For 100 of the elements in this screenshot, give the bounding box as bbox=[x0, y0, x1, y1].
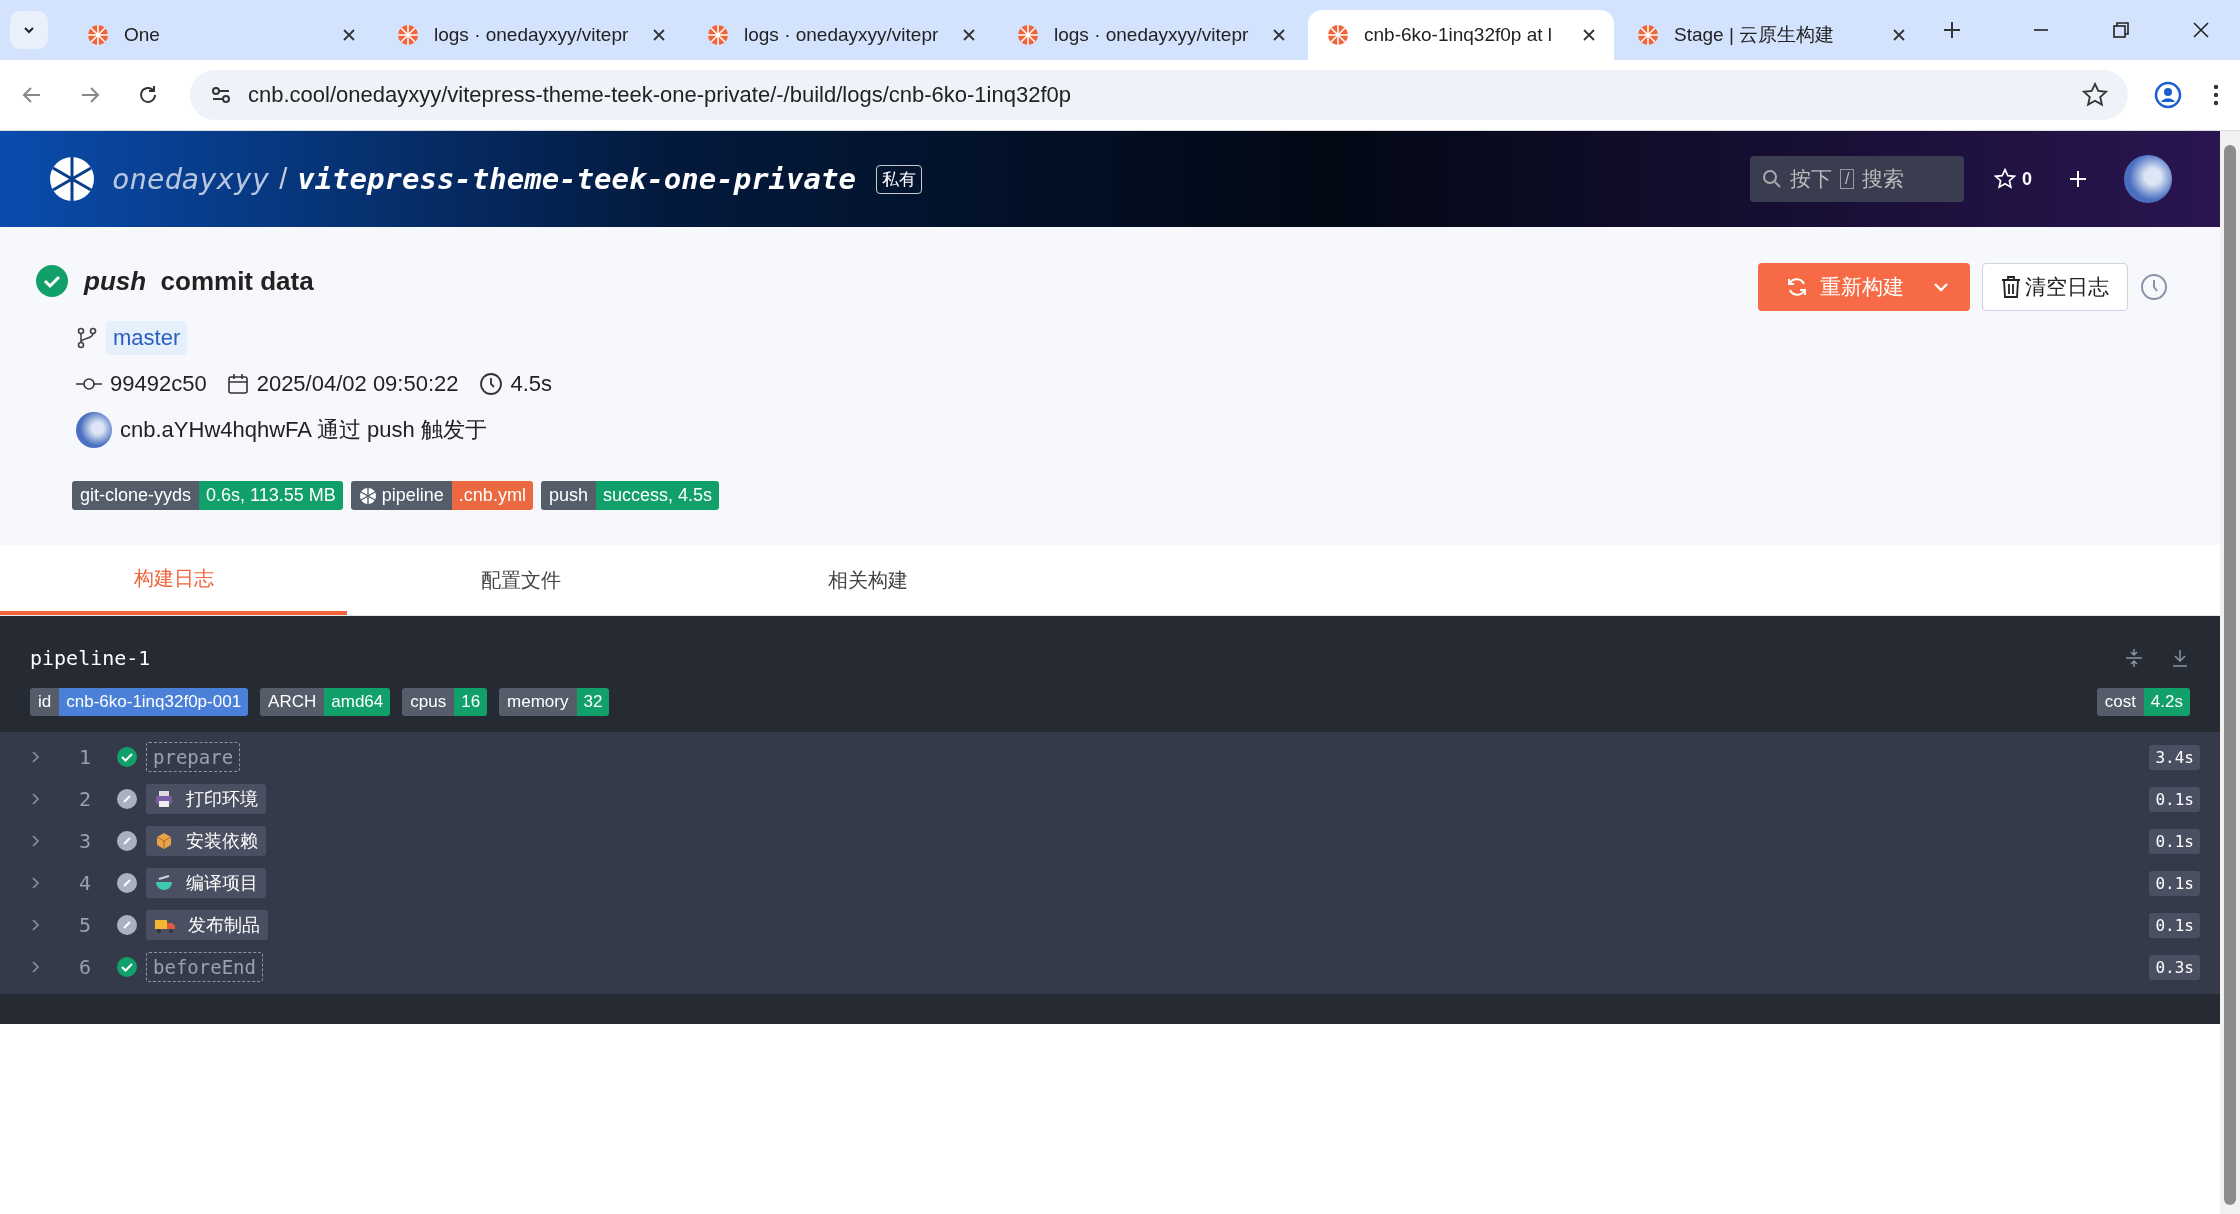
step-duration: 0.1s bbox=[2149, 786, 2200, 812]
history-icon[interactable] bbox=[2140, 273, 2168, 301]
clock-icon bbox=[478, 372, 503, 396]
printer-icon bbox=[154, 789, 174, 809]
step-number: 3 bbox=[77, 829, 92, 853]
step-number: 6 bbox=[77, 955, 92, 979]
favicon-icon bbox=[1326, 23, 1350, 47]
badge-label: git-clone-yyds bbox=[72, 481, 200, 510]
tag-value: cnb-6ko-1inq32f0p-001 bbox=[59, 688, 249, 716]
close-icon[interactable] bbox=[2192, 21, 2210, 39]
tab[interactable]: 配置文件 bbox=[347, 545, 694, 615]
bowl-icon bbox=[154, 873, 174, 893]
step-name[interactable]: prepare bbox=[146, 742, 241, 772]
search-icon bbox=[1762, 169, 1782, 189]
logo-icon bbox=[358, 486, 377, 505]
browser-tab[interactable]: Stage | 云原生构建 bbox=[1618, 10, 1924, 60]
avatar[interactable] bbox=[2124, 155, 2172, 203]
browser-tab[interactable]: logs · onedayxyy/vitepr bbox=[688, 10, 994, 60]
refresh-icon bbox=[1786, 276, 1808, 298]
close-icon[interactable] bbox=[1892, 28, 1906, 42]
profile-icon[interactable] bbox=[2154, 81, 2182, 109]
path-separator: / bbox=[279, 162, 288, 196]
step-name[interactable]: 发布制品 bbox=[146, 910, 268, 940]
clear-log-button[interactable]: 清空日志 bbox=[1982, 263, 2128, 311]
trigger-text: cnb.aYHw4hqhwFA 通过 push 触发于 bbox=[120, 416, 487, 444]
restore-icon[interactable] bbox=[2112, 21, 2130, 39]
tag-value: 16 bbox=[454, 688, 488, 716]
success-icon bbox=[36, 265, 68, 297]
step-number: 4 bbox=[77, 871, 92, 895]
tab[interactable]: 相关构建 bbox=[694, 545, 1041, 615]
download-icon[interactable] bbox=[2170, 648, 2190, 668]
favicon-icon bbox=[1016, 23, 1040, 47]
repo-owner-link[interactable]: onedayxyy bbox=[112, 162, 270, 196]
expand-icon[interactable] bbox=[30, 750, 42, 764]
step-duration: 0.3s bbox=[2149, 954, 2200, 980]
star-icon bbox=[1994, 168, 2016, 190]
menu-icon[interactable] bbox=[2212, 83, 2220, 107]
tag-value: 4.2s bbox=[2143, 688, 2190, 716]
collapse-icon[interactable] bbox=[2124, 648, 2144, 668]
browser-tab[interactable]: cnb-6ko-1inq32f0p at l bbox=[1308, 10, 1614, 60]
scrollbar[interactable] bbox=[2220, 131, 2240, 1214]
step-duration: 0.1s bbox=[2149, 912, 2200, 938]
commit-hash[interactable]: 99492c50 bbox=[110, 371, 207, 397]
close-icon[interactable] bbox=[1272, 28, 1286, 42]
build-duration: 4.5s bbox=[510, 371, 553, 397]
logo-icon[interactable] bbox=[48, 155, 96, 203]
favicon-icon bbox=[396, 23, 420, 47]
build-title: push commit data bbox=[84, 265, 314, 297]
tag-value: amd64 bbox=[324, 688, 391, 716]
plus-icon[interactable] bbox=[2068, 169, 2088, 189]
badge-value: 0.6s, 113.55 MB bbox=[199, 481, 343, 510]
step-number: 1 bbox=[77, 745, 92, 769]
search-field[interactable]: 按下 / 搜索 bbox=[1750, 156, 1964, 202]
close-icon[interactable] bbox=[1582, 28, 1596, 42]
visibility-tag: 私有 bbox=[875, 164, 922, 194]
expand-icon[interactable] bbox=[30, 792, 42, 806]
expand-icon[interactable] bbox=[30, 834, 42, 848]
build-time: 2025/04/02 09:50:22 bbox=[256, 371, 459, 397]
step-name[interactable]: 安装依赖 bbox=[146, 826, 266, 856]
close-icon[interactable] bbox=[342, 28, 356, 42]
tag-label: id bbox=[30, 688, 60, 716]
expand-icon[interactable] bbox=[30, 876, 42, 890]
branch-link[interactable]: master bbox=[106, 321, 188, 355]
step-name[interactable]: 打印环境 bbox=[146, 784, 266, 814]
browser-tab[interactable]: logs · onedayxyy/vitepr bbox=[998, 10, 1304, 60]
badge-value: success, 4.5s bbox=[595, 481, 719, 510]
commit-icon bbox=[76, 377, 102, 391]
close-icon[interactable] bbox=[652, 28, 666, 42]
repo-name-link[interactable]: vitepress-theme-teek-one-private bbox=[297, 162, 856, 196]
favicon-icon bbox=[86, 23, 110, 47]
bookmark-star-icon[interactable] bbox=[2082, 82, 2108, 108]
badge-label: pipeline bbox=[350, 481, 452, 510]
tag-label: ARCH bbox=[260, 688, 325, 716]
box-icon bbox=[154, 831, 174, 851]
step-number: 2 bbox=[77, 787, 92, 811]
step-duration: 0.1s bbox=[2149, 828, 2200, 854]
badge-label: push bbox=[540, 481, 596, 510]
new-tab-icon[interactable] bbox=[1942, 20, 1962, 40]
browser-tab[interactable]: One bbox=[68, 10, 374, 60]
pipeline-name: pipeline-1 bbox=[30, 646, 151, 670]
tag-value: 32 bbox=[576, 688, 610, 716]
close-icon[interactable] bbox=[962, 28, 976, 42]
step-name[interactable]: beforeEnd bbox=[146, 952, 263, 982]
badge-value: .cnb.yml bbox=[451, 481, 533, 510]
step-duration: 3.4s bbox=[2149, 744, 2200, 770]
step-name[interactable]: 编译项目 bbox=[146, 868, 266, 898]
tag-label: memory bbox=[499, 688, 577, 716]
address-field[interactable]: cnb.cool/onedayxyy/vitepress-theme-teek-one-private/-/build/logs/cnb-6ko-1inq32f0p bbox=[190, 70, 2128, 120]
browser-tab[interactable]: logs · onedayxyy/vitepr bbox=[378, 10, 684, 60]
user-avatar[interactable] bbox=[76, 412, 112, 448]
favicon-icon bbox=[706, 23, 730, 47]
expand-icon[interactable] bbox=[30, 960, 42, 974]
site-settings-icon[interactable] bbox=[210, 84, 232, 106]
trash-icon bbox=[2001, 276, 2021, 298]
expand-icon[interactable] bbox=[30, 918, 42, 932]
star-button[interactable]: 0 bbox=[1994, 168, 2032, 190]
tag-label: cost bbox=[2096, 688, 2144, 716]
favicon-icon bbox=[1636, 23, 1660, 47]
branch-icon bbox=[76, 327, 98, 349]
tag-label: cpus bbox=[402, 688, 455, 716]
